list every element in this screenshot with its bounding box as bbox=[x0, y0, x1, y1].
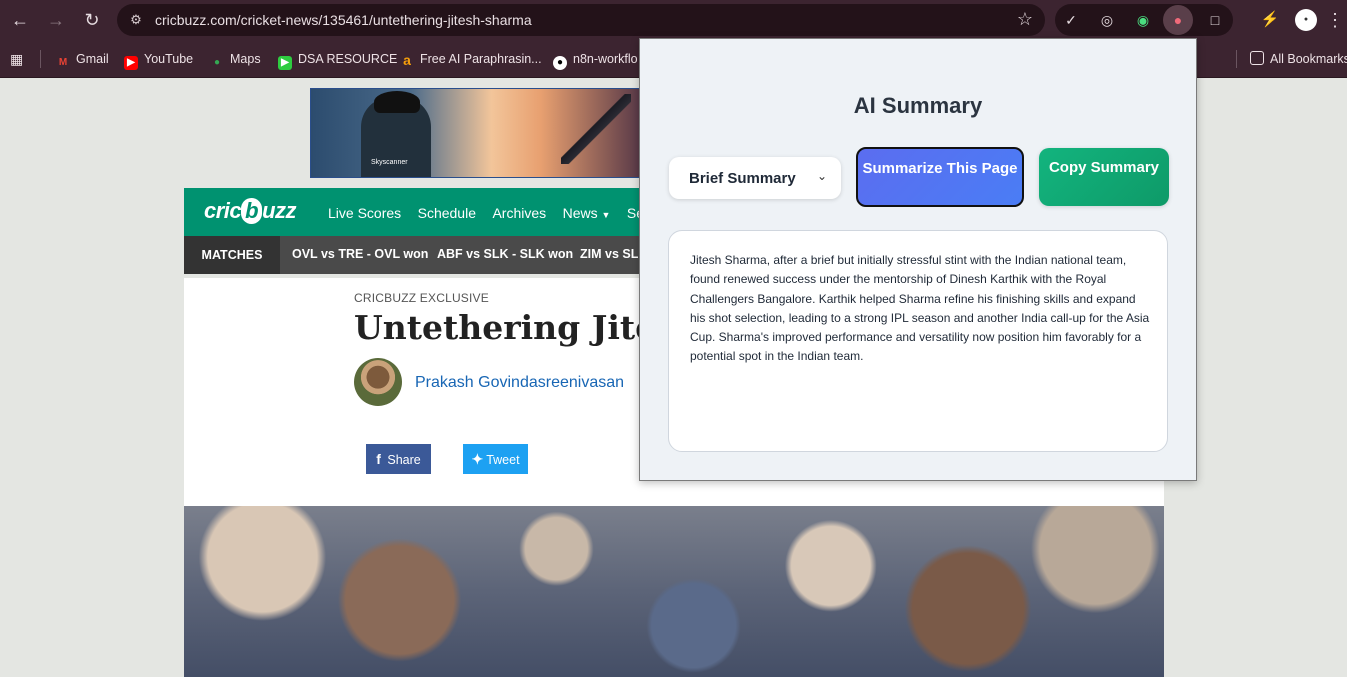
ad-brand-logo: Skyscanner bbox=[371, 159, 408, 166]
share-label: Share bbox=[387, 453, 421, 467]
author-avatar[interactable] bbox=[354, 358, 402, 406]
apps-grid-icon[interactable]: ▦ bbox=[10, 49, 23, 69]
bookmark-n8n[interactable]: ● n8n-workflo bbox=[553, 49, 638, 70]
summary-text: Jitesh Sharma, after a brief but initial… bbox=[690, 253, 1150, 364]
back-icon[interactable]: ← bbox=[8, 8, 32, 32]
menu-kebab-icon[interactable]: ⋮ bbox=[1326, 8, 1344, 32]
cricbuzz-logo[interactable]: cric b uzz bbox=[204, 198, 297, 224]
all-bookmarks-label: All Bookmarks bbox=[1270, 52, 1347, 66]
bookmark-youtube[interactable]: ▶ YouTube bbox=[124, 49, 194, 70]
extensions-area: ✓ ◎ ◉ ● □ bbox=[1055, 4, 1233, 36]
nav-schedule[interactable]: Schedule bbox=[418, 205, 476, 221]
nav-news-label: News bbox=[562, 205, 598, 221]
summary-mode-select[interactable]: Brief Summary ⌄ bbox=[669, 157, 841, 199]
article-headline: Untethering Jitesh Sharma bbox=[354, 308, 644, 347]
nav-live-scores[interactable]: Live Scores bbox=[328, 205, 401, 221]
nav-news[interactable]: News ▼ bbox=[563, 205, 611, 221]
ad-airplane-wing bbox=[561, 94, 631, 164]
extensions-puzzle-icon[interactable]: □ bbox=[1205, 10, 1225, 30]
bookmark-label: n8n-workflo bbox=[573, 52, 638, 66]
reload-icon[interactable]: ↻ bbox=[80, 8, 104, 32]
github-icon: ● bbox=[553, 56, 567, 70]
nav-archives[interactable]: Archives bbox=[492, 205, 546, 221]
chevron-down-icon: ⌄ bbox=[816, 169, 827, 183]
matches-label[interactable]: MATCHES bbox=[184, 236, 280, 274]
performance-icon[interactable]: ⚡ bbox=[1258, 8, 1282, 32]
summary-output-box[interactable]: Jitesh Sharma, after a brief but initial… bbox=[668, 230, 1168, 452]
tweet-button[interactable]: ✦ Tweet bbox=[463, 444, 528, 474]
bookmark-paraphraser[interactable]: a Free AI Paraphrasin... bbox=[400, 49, 542, 69]
facebook-share-button[interactable]: f Share bbox=[366, 444, 431, 474]
robot-extension-icon[interactable]: ◉ bbox=[1133, 10, 1153, 30]
eyedropper-icon[interactable]: ✓ bbox=[1061, 10, 1081, 30]
article-hero-image bbox=[184, 506, 1164, 677]
bookmark-gmail[interactable]: M Gmail bbox=[56, 49, 109, 69]
all-bookmarks[interactable]: All Bookmarks bbox=[1250, 49, 1347, 69]
bookmark-label: Gmail bbox=[76, 52, 109, 66]
target-extension-icon[interactable]: ◎ bbox=[1097, 10, 1117, 30]
logo-text-pre: cric bbox=[204, 198, 242, 223]
forward-icon[interactable]: → bbox=[44, 8, 68, 32]
maps-icon: ● bbox=[213, 57, 221, 68]
tweet-label: Tweet bbox=[486, 453, 520, 467]
match-item[interactable]: ZIM vs SL - bbox=[580, 247, 646, 261]
logo-text-mid: b bbox=[241, 198, 263, 224]
ai-summary-extension-icon[interactable]: ● bbox=[1163, 5, 1193, 35]
cricbuzz-header: cric b uzz Live Scores Schedule Archives N… bbox=[184, 188, 667, 236]
folder-icon bbox=[1250, 51, 1264, 65]
paraphrase-icon: a bbox=[403, 52, 411, 68]
bookmark-separator bbox=[40, 50, 41, 68]
article-kicker: CRICBUZZ EXCLUSIVE bbox=[354, 291, 489, 305]
address-bar[interactable]: ⚙ cricbuzz.com/cricket-news/135461/untet… bbox=[117, 4, 1045, 36]
bookmark-label: YouTube bbox=[144, 52, 194, 66]
advertisement-banner[interactable]: Skyscanner bbox=[310, 88, 640, 178]
caret-down-icon: ▼ bbox=[601, 210, 611, 220]
author-link[interactable]: Prakash Govindasreenivasan bbox=[415, 374, 624, 392]
youtube-icon: ▶ bbox=[124, 56, 138, 70]
url-text[interactable]: cricbuzz.com/cricket-news/135461/untethe… bbox=[155, 12, 532, 28]
logo-text-post: uzz bbox=[262, 198, 297, 223]
summarize-page-button[interactable]: Summarize This Page bbox=[856, 147, 1024, 207]
bookmark-maps[interactable]: ● Maps bbox=[210, 49, 261, 69]
facebook-icon: f bbox=[376, 451, 381, 467]
twitter-bird-icon: ✦ bbox=[471, 451, 484, 467]
site-info-icon[interactable]: ⚙ bbox=[127, 11, 145, 29]
ai-summary-popup: AI Summary Brief Summary ⌄ Summarize Thi… bbox=[639, 38, 1197, 481]
match-item[interactable]: OVL vs TRE - OVL won bbox=[292, 247, 428, 261]
bookmark-dsa-resource[interactable]: ▶ DSA RESOURCE bbox=[278, 49, 398, 70]
ad-hat-shape bbox=[374, 91, 420, 113]
bookmark-star-icon[interactable]: ☆ bbox=[1017, 9, 1033, 30]
profile-avatar[interactable]: ● bbox=[1295, 9, 1317, 31]
bookmark-label: DSA RESOURCE bbox=[298, 52, 398, 66]
bookmark-label: Maps bbox=[230, 52, 261, 66]
gmail-icon: M bbox=[58, 57, 68, 68]
popup-title: AI Summary bbox=[853, 93, 983, 118]
copy-summary-button[interactable]: Copy Summary bbox=[1039, 148, 1169, 206]
match-item[interactable]: ABF vs SLK - SLK won bbox=[437, 247, 573, 261]
dsa-icon: ▶ bbox=[278, 56, 292, 70]
matches-bar: MATCHES OVL vs TRE - OVL won ABF vs SLK … bbox=[184, 236, 646, 274]
summary-mode-value: Brief Summary bbox=[689, 170, 796, 187]
browser-toolbar: ← → ↻ ⚙ cricbuzz.com/cricket-news/135461… bbox=[0, 0, 1347, 40]
bookmark-separator bbox=[1236, 50, 1237, 68]
main-nav: Live Scores Schedule Archives News ▼ Ser… bbox=[328, 205, 679, 223]
bookmark-label: Free AI Paraphrasin... bbox=[420, 52, 542, 66]
